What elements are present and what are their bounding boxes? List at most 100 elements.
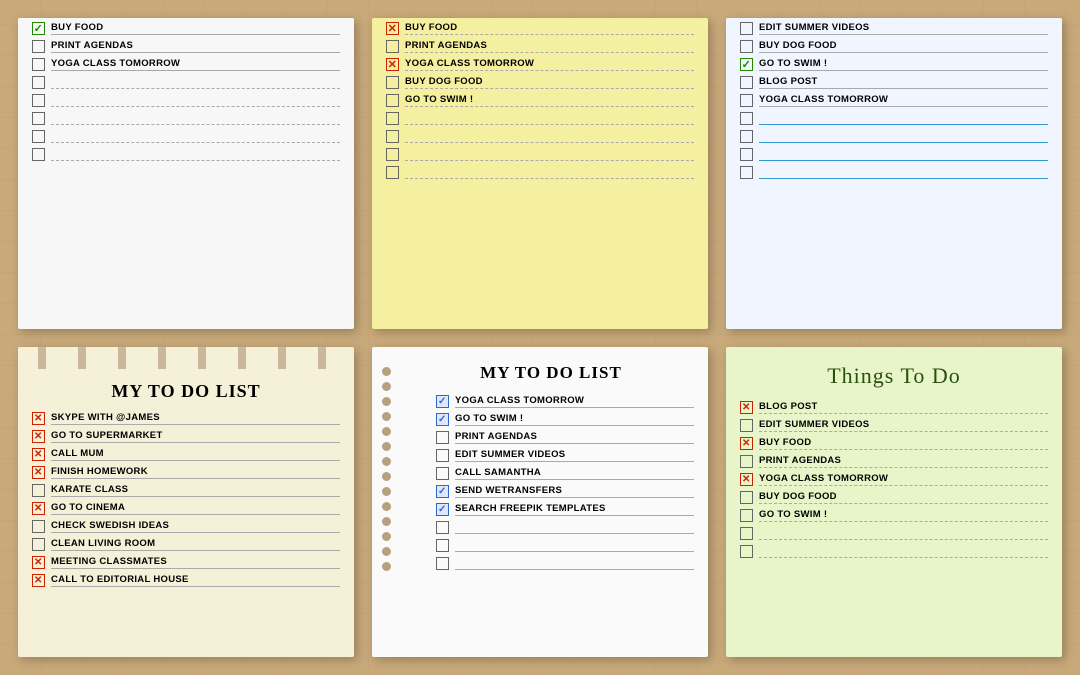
item-text: Blog Post	[759, 76, 1048, 89]
checkbox-blue[interactable]: ✓	[436, 413, 449, 426]
checkbox-empty[interactable]	[740, 76, 753, 89]
checkbox-empty[interactable]	[386, 112, 399, 125]
checkbox-empty[interactable]	[32, 538, 45, 551]
checkbox-checked[interactable]: ✓	[32, 22, 45, 35]
list-item: _	[740, 130, 1048, 143]
checkbox-x[interactable]: ✕	[32, 556, 45, 569]
item-text: Check Swedish Ideas	[51, 520, 340, 533]
checkbox-empty[interactable]	[740, 166, 753, 179]
checkbox-empty[interactable]	[32, 76, 45, 89]
item-text-empty: _	[759, 130, 1048, 143]
list-item: Check Swedish Ideas	[32, 520, 340, 533]
checkbox-x[interactable]: ✕	[32, 466, 45, 479]
checkbox-empty[interactable]	[32, 148, 45, 161]
checkbox-empty[interactable]	[32, 40, 45, 53]
item-text: Call Mum	[51, 448, 340, 461]
list-item: ✓ Go To Swim !	[740, 58, 1048, 71]
item-text-empty: _	[405, 148, 694, 161]
checkbox-blue[interactable]: ✓	[436, 395, 449, 408]
list-item: _	[740, 545, 1048, 558]
item-text-empty: _	[759, 527, 1048, 540]
checkbox-empty[interactable]	[740, 509, 753, 522]
checkbox-x[interactable]: ✕	[740, 437, 753, 450]
item-text: Meeting Classmates	[51, 556, 340, 569]
checkbox-empty[interactable]	[436, 521, 449, 534]
checkbox-empty[interactable]	[436, 431, 449, 444]
checkbox-empty[interactable]	[32, 484, 45, 497]
item-text: Yoga Class Tomorrow	[51, 58, 340, 71]
item-text-empty: _	[759, 148, 1048, 161]
card-title: MY TO DO LIST	[32, 381, 340, 402]
checkbox-empty[interactable]	[386, 166, 399, 179]
list-item: Yoga Class Tomorrow	[32, 58, 340, 71]
list-item: Print Agendas	[32, 40, 340, 53]
list-item: ✓ Send Wetransfers	[436, 485, 694, 498]
checkbox-checked[interactable]: ✓	[740, 58, 753, 71]
item-text: Go To Cinema	[51, 502, 340, 515]
item-text: Go To Swim !	[455, 413, 694, 426]
list-item: ✓ Search Freepik Templates	[436, 503, 694, 516]
item-text: Print Agendas	[51, 40, 340, 53]
checkbox-empty[interactable]	[740, 22, 753, 35]
list-item: Print Agendas	[386, 40, 694, 53]
list-item: _	[436, 521, 694, 534]
item-text-empty: _	[759, 112, 1048, 125]
checkbox-empty[interactable]	[740, 455, 753, 468]
checkbox-empty[interactable]	[386, 148, 399, 161]
todo-list-3: Edit Summer Videos Buy Dog Food ✓ Go To …	[740, 22, 1048, 179]
checkbox-empty[interactable]	[740, 148, 753, 161]
list-item: ✕ Call Mum	[32, 448, 340, 461]
item-text: Print Agendas	[759, 455, 1048, 468]
list-item: Buy Dog Food	[386, 76, 694, 89]
checkbox-empty[interactable]	[740, 419, 753, 432]
dot	[382, 382, 391, 391]
checkbox-empty[interactable]	[32, 112, 45, 125]
checkbox-x[interactable]: ✕	[386, 22, 399, 35]
checkbox-empty[interactable]	[740, 491, 753, 504]
todo-list-2: ✕ Buy Food Print Agendas ✕ Yoga Class To…	[386, 22, 694, 179]
checkbox-x[interactable]: ✕	[32, 502, 45, 515]
checkbox-blue[interactable]: ✓	[436, 503, 449, 516]
checkbox-blue[interactable]: ✓	[436, 485, 449, 498]
checkbox-x[interactable]: ✕	[32, 574, 45, 587]
dot	[382, 457, 391, 466]
checkbox-x[interactable]: ✕	[32, 430, 45, 443]
checkbox-empty[interactable]	[386, 76, 399, 89]
checkbox-empty[interactable]	[740, 94, 753, 107]
checkbox-empty[interactable]	[32, 94, 45, 107]
checkbox-empty[interactable]	[740, 112, 753, 125]
dot	[382, 502, 391, 511]
checkbox-empty[interactable]	[740, 130, 753, 143]
item-text: Go To Swim !	[759, 509, 1048, 522]
checkbox-empty[interactable]	[436, 557, 449, 570]
checkbox-empty[interactable]	[386, 94, 399, 107]
checkbox-empty[interactable]	[740, 40, 753, 53]
checkbox-empty[interactable]	[740, 545, 753, 558]
todo-list-5: ✓ Yoga Class Tomorrow ✓ Go To Swim ! Pri…	[436, 395, 694, 570]
checkbox-empty[interactable]	[386, 130, 399, 143]
checkbox-empty[interactable]	[436, 539, 449, 552]
checkbox-empty[interactable]	[32, 58, 45, 71]
checkbox-empty[interactable]	[740, 527, 753, 540]
checkbox-empty[interactable]	[32, 520, 45, 533]
checkbox-empty[interactable]	[32, 130, 45, 143]
list-item: _	[740, 112, 1048, 125]
checkbox-x[interactable]: ✕	[740, 401, 753, 414]
checkbox-x[interactable]: ✕	[386, 58, 399, 71]
checkbox-x[interactable]: ✕	[32, 448, 45, 461]
item-text-empty: _	[455, 557, 694, 570]
checkbox-empty[interactable]	[386, 40, 399, 53]
checkbox-x[interactable]: ✕	[740, 473, 753, 486]
checkbox-empty[interactable]	[436, 467, 449, 480]
item-text: Send Wetransfers	[455, 485, 694, 498]
list-item: Clean Living Room	[32, 538, 340, 551]
checkbox-x[interactable]: ✕	[32, 412, 45, 425]
item-text: Go To Swim !	[759, 58, 1048, 71]
checkbox-empty[interactable]	[436, 449, 449, 462]
item-text-empty: _	[455, 539, 694, 552]
card-title: MY TO DO LIST	[408, 363, 694, 383]
item-text: Blog Post	[759, 401, 1048, 414]
item-text: Edit Summer Videos	[759, 419, 1048, 432]
list-item: _	[740, 166, 1048, 179]
list-item: ✕ Buy Food	[740, 437, 1048, 450]
